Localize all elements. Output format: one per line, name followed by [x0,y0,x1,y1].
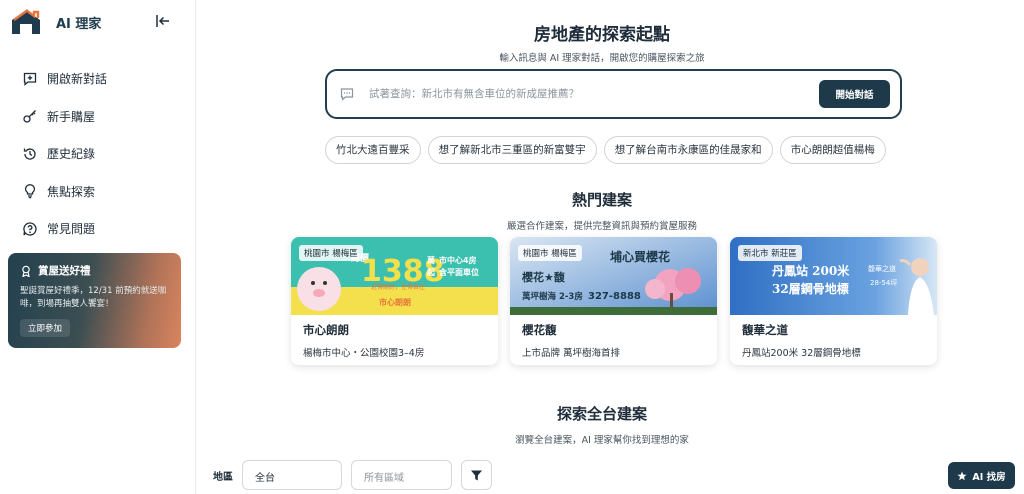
banner-brand: 櫻花★馥 [521,270,566,284]
banner-brand: 市心朗朗 [379,297,411,307]
suggestion-chips: 竹北大遠百豐采 想了解新北市三重區的新富雙宇 想了解台南市永康區的佳晟家和 市心… [325,136,902,166]
chat-search-box: 開始對話 [325,69,902,119]
banner-line1: 市中心4房 [439,255,477,265]
banner-phone: 327-8888 [588,291,641,302]
house-logo-icon [12,9,40,34]
explore-title: 探索全台建案 [556,405,647,423]
hot-projects-subtitle: 嚴選合作建案，提供完整資訊與預約賞屋服務 [506,221,697,232]
sidebar-item-explore[interactable]: 焦點探索 [22,173,107,211]
ai-find-home-button[interactable]: AI 找房 [948,462,1015,489]
suggestion-chip[interactable]: 想了解新北市三重區的新富雙宇 [427,136,597,164]
chat-bubble-icon [340,88,354,101]
project-description: 上市品牌 萬坪樹海首排 [522,348,621,359]
key-icon [23,110,36,123]
banner-headline: 埔心買櫻花 [610,249,670,264]
project-card[interactable]: 總價 1388 萬 起 市中心4房 含平面車位 近得剛好，住得自在 市心朗朗 桃… [291,237,498,365]
sidebar-item-label: 歷史紀錄 [47,147,96,162]
lightbulb-icon [25,184,35,199]
project-name: 馥華之道 [742,323,788,337]
banner-unit-qi: 起 [426,267,436,277]
project-location-tag: 新北市 新莊區 [738,245,802,261]
region-label: 地區 [213,472,233,483]
promo-text: 聖誕賞屋好禮季，12/31 前預約就送咖啡，到場再抽雙人饗宴！ [20,286,167,309]
sidebar-item-faq[interactable]: 常見問題 [22,210,107,248]
project-image: 埔心買櫻花 櫻花★馥 萬坪樹海 2-3房 327-8888 桃園市 楊梅區 [510,237,717,315]
project-location-tag: 桃園市 楊梅區 [299,245,363,261]
suggestion-chip[interactable]: 想了解台南市永康區的佳晟家和 [603,136,773,164]
award-icon [22,265,30,277]
district-select[interactable]: 所有區域 [351,460,452,490]
project-card[interactable]: 埔心買櫻花 櫻花★馥 萬坪樹海 2-3房 327-8888 桃園市 楊梅區 櫻花… [510,237,717,365]
promo-title: 賞屋送好禮 [20,263,169,278]
sidebar-item-label: 開啟新對話 [47,72,108,87]
promo-card[interactable]: 賞屋送好禮 聖誕賞屋好禮季，12/31 前預約就送咖啡，到場再抽雙人饗宴！ 立即… [8,253,181,348]
banner-brand: 馥華之道 [868,264,896,273]
region-filters: 地區 全台 所有區域 [196,460,1008,494]
explore-subtitle: 瀏覽全台建案，AI 理家幫你找到理想的家 [515,435,689,446]
hero-subtitle: 輸入訊息與 AI 理家對話，開啟您的購屋探索之旅 [499,53,705,64]
project-location-tag: 桃園市 楊梅區 [518,245,582,261]
project-image: 總價 1388 萬 起 市中心4房 含平面車位 近得剛好，住得自在 市心朗朗 桃… [291,237,498,315]
sidebar-item-label: 新手購屋 [47,109,96,124]
hero-title: 房地產的探索起點 [534,25,670,45]
collapse-sidebar-icon[interactable] [155,13,171,29]
project-description: 楊梅市中心・公園校園3–4房 [303,348,425,359]
banner-line2: 32層鋼骨地標 [772,281,849,296]
project-description: 丹鳳站200米 32層鋼骨地標 [742,348,861,359]
sidebar: AI 理家 開啟新對話 新手購屋 歷史紀錄 焦點探索 常見問題 賞屋送好禮 聖誕… [0,0,196,494]
history-icon [23,148,36,160]
suggestion-chip[interactable]: 竹北大遠百豐采 [325,136,421,164]
banner-line: 萬坪樹海 2-3房 [522,291,583,302]
brand-name: AI 理家 [56,16,102,32]
chat-search-input[interactable] [369,84,809,104]
filter-button[interactable] [461,460,492,490]
project-card[interactable]: 丹鳳站 200米 32層鋼骨地標 馥華之道 28-54坪 新北市 新莊區 馥華之… [730,237,937,365]
star-icon [957,471,967,480]
brand[interactable]: AI 理家 [10,8,101,36]
banner-line1: 丹鳳站 200米 [772,263,850,278]
main-content: 房地產的探索起點 輸入訊息與 AI 理家對話，開啟您的購屋探索之旅 開始對話 竹… [196,0,1024,494]
city-select[interactable]: 全台 [242,460,342,490]
sidebar-item-new-chat[interactable]: 開啟新對話 [22,60,107,98]
filter-icon [471,470,482,480]
sidebar-item-history[interactable]: 歷史紀錄 [22,135,107,173]
banner-tagline: 近得剛好，住得自在 [371,283,425,291]
banner-line2: 含平面車位 [439,267,479,277]
banner-unit-wan: 萬 [427,255,435,265]
help-icon [23,222,37,236]
promo-title-text: 賞屋送好禮 [38,265,91,277]
start-chat-button[interactable]: 開始對話 [819,80,890,108]
project-name: 櫻花馥 [522,323,557,337]
suggestion-chip[interactable]: 市心朗朗超值楊梅 [779,136,886,164]
sidebar-item-label: 常見問題 [47,222,96,237]
app-root: AI 理家 開啟新對話 新手購屋 歷史紀錄 焦點探索 常見問題 賞屋送好禮 聖誕… [0,0,1024,494]
promo-join-button[interactable]: 立即參加 [20,319,71,337]
project-name: 市心朗朗 [303,323,349,337]
ai-find-home-label: AI 找房 [972,471,1006,483]
sidebar-item-first-home[interactable]: 新手購屋 [22,98,107,136]
hot-projects-title: 熱門建案 [571,191,632,209]
sidebar-item-label: 焦點探索 [47,184,96,199]
sidebar-nav: 開啟新對話 新手購屋 歷史紀錄 焦點探索 常見問題 [22,60,107,248]
project-image: 丹鳳站 200米 32層鋼骨地標 馥華之道 28-54坪 新北市 新莊區 [730,237,937,315]
new-chat-icon [23,72,37,86]
banner-size: 28-54坪 [870,279,897,287]
